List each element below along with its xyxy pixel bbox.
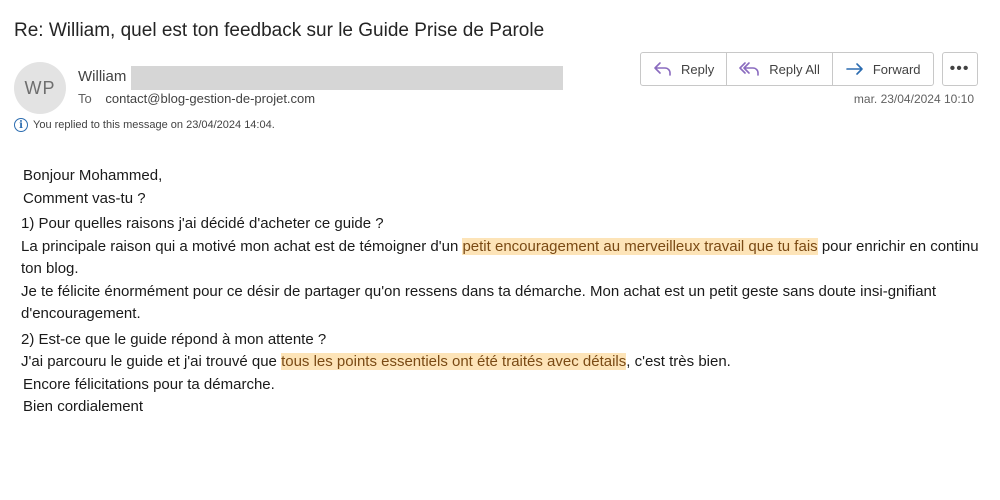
reply-all-button[interactable]: Reply All — [727, 53, 833, 85]
reply-button[interactable]: Reply — [641, 53, 728, 85]
sender-name[interactable]: William — [78, 68, 126, 85]
email-subject: Re: William, quel est ton feedback sur l… — [14, 20, 545, 41]
message-actions: Reply Reply All Forward ••• — [640, 52, 978, 86]
how-are-you-line: Comment vas-tu ? — [23, 189, 146, 207]
paragraph-2: Je te félicite énormément pour ce désir … — [21, 282, 937, 323]
recipient-row: To contact@blog-gestion-de-projet.com — [78, 91, 315, 106]
recipient-address[interactable]: contact@blog-gestion-de-projet.com — [105, 91, 315, 106]
reply-label: Reply — [681, 61, 715, 77]
highlighted-text-1: petit encouragement au merveilleux trava… — [462, 237, 818, 255]
sender-avatar[interactable]: WP — [14, 62, 66, 114]
message-body: Bonjour Mohammed, Comment vas-tu ? 1) Po… — [21, 165, 991, 419]
avatar-initials: WP — [24, 77, 56, 98]
paragraph-1: La principale raison qui a motivé mon ac… — [21, 236, 991, 281]
paragraph-3: J'ai parcouru le guide et j'ai trouvé qu… — [21, 351, 991, 374]
replied-info-bar: i You replied to this message on 23/04/2… — [14, 118, 275, 132]
highlighted-text-2: tous les points essentiels ont été trait… — [281, 353, 627, 370]
forward-button[interactable]: Forward — [833, 53, 933, 85]
replied-info-text: You replied to this message on 23/04/202… — [33, 119, 275, 131]
greeting-line: Bonjour Mohammed, — [23, 167, 163, 184]
reply-all-label: Reply All — [769, 61, 820, 77]
paragraph-3-start: J'ai parcouru le guide et j'ai trouvé qu… — [21, 353, 282, 370]
paragraph-3-end: , c'est très bien. — [626, 353, 731, 370]
info-icon: i — [14, 118, 28, 132]
reply-arrow-icon — [653, 61, 673, 77]
forward-label: Forward — [872, 61, 921, 77]
forward-arrow-icon — [845, 61, 865, 77]
paragraph-1-start: La principale raison qui a motivé mon ac… — [21, 237, 463, 255]
redacted-sender-surname — [131, 66, 563, 90]
reply-button-group: Reply Reply All Forward — [640, 52, 934, 86]
closing-line: Bien cordialement — [23, 398, 144, 415]
reply-all-arrow-icon — [739, 61, 761, 77]
question-1: 1) Pour quelles raisons j'ai décidé d'ac… — [21, 215, 384, 232]
congrats-line: Encore félicitations pour ta démarche. — [23, 375, 275, 393]
to-label: To — [78, 91, 92, 106]
received-date: mar. 23/04/2024 10:10 — [853, 92, 974, 106]
question-2: 2) Est-ce que le guide répond à mon atte… — [21, 330, 327, 348]
more-actions-button[interactable]: ••• — [941, 52, 978, 86]
